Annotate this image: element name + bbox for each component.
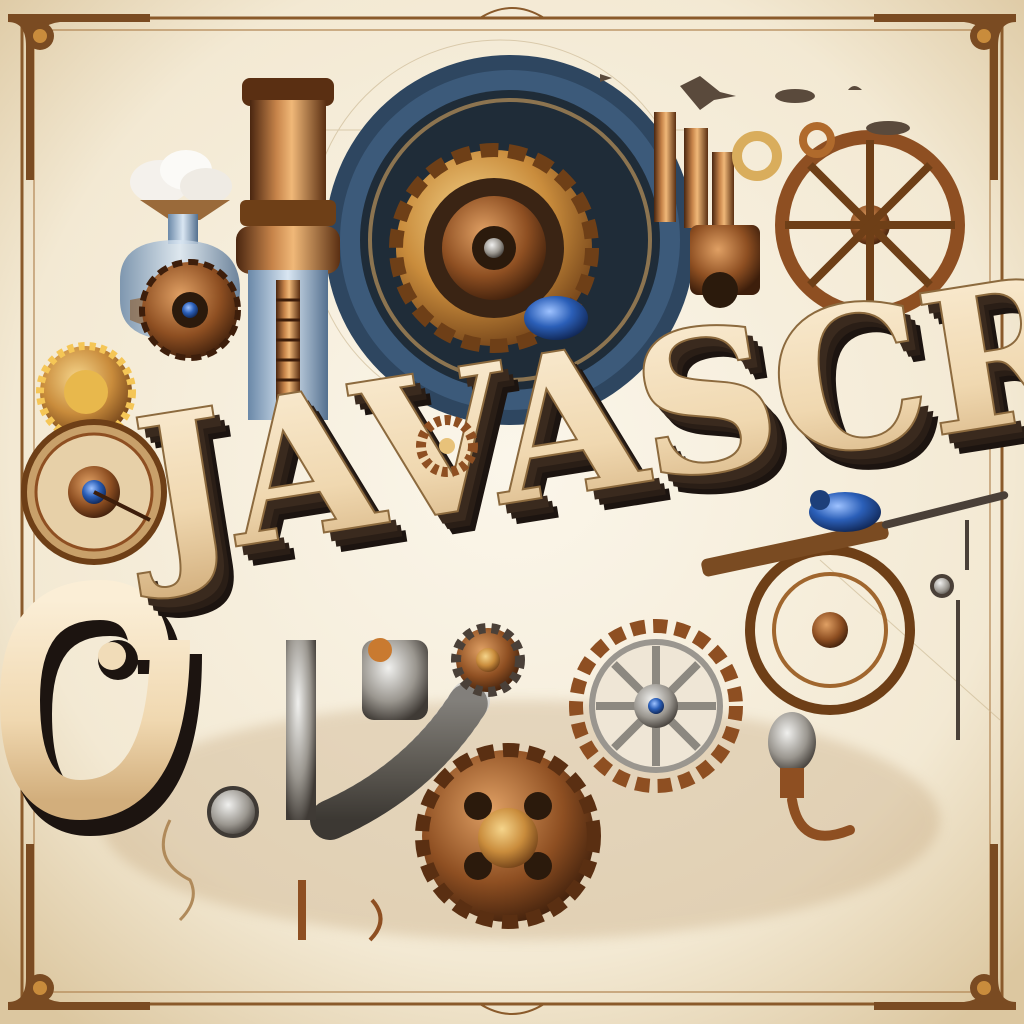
copper-gear-bottom [415, 743, 601, 929]
brass-rod [298, 880, 306, 940]
steel-knob [207, 786, 259, 838]
gear-icon [139, 259, 241, 361]
steampunk-illustration: JAVASCRIPT JAVASCRIPT JAVASCRIPT JAVASCR… [0, 0, 1024, 1024]
steel-pipe [286, 640, 316, 820]
poster: JAVASCRIPT JAVASCRIPT JAVASCRIPT JAVASCR… [0, 0, 1024, 1024]
